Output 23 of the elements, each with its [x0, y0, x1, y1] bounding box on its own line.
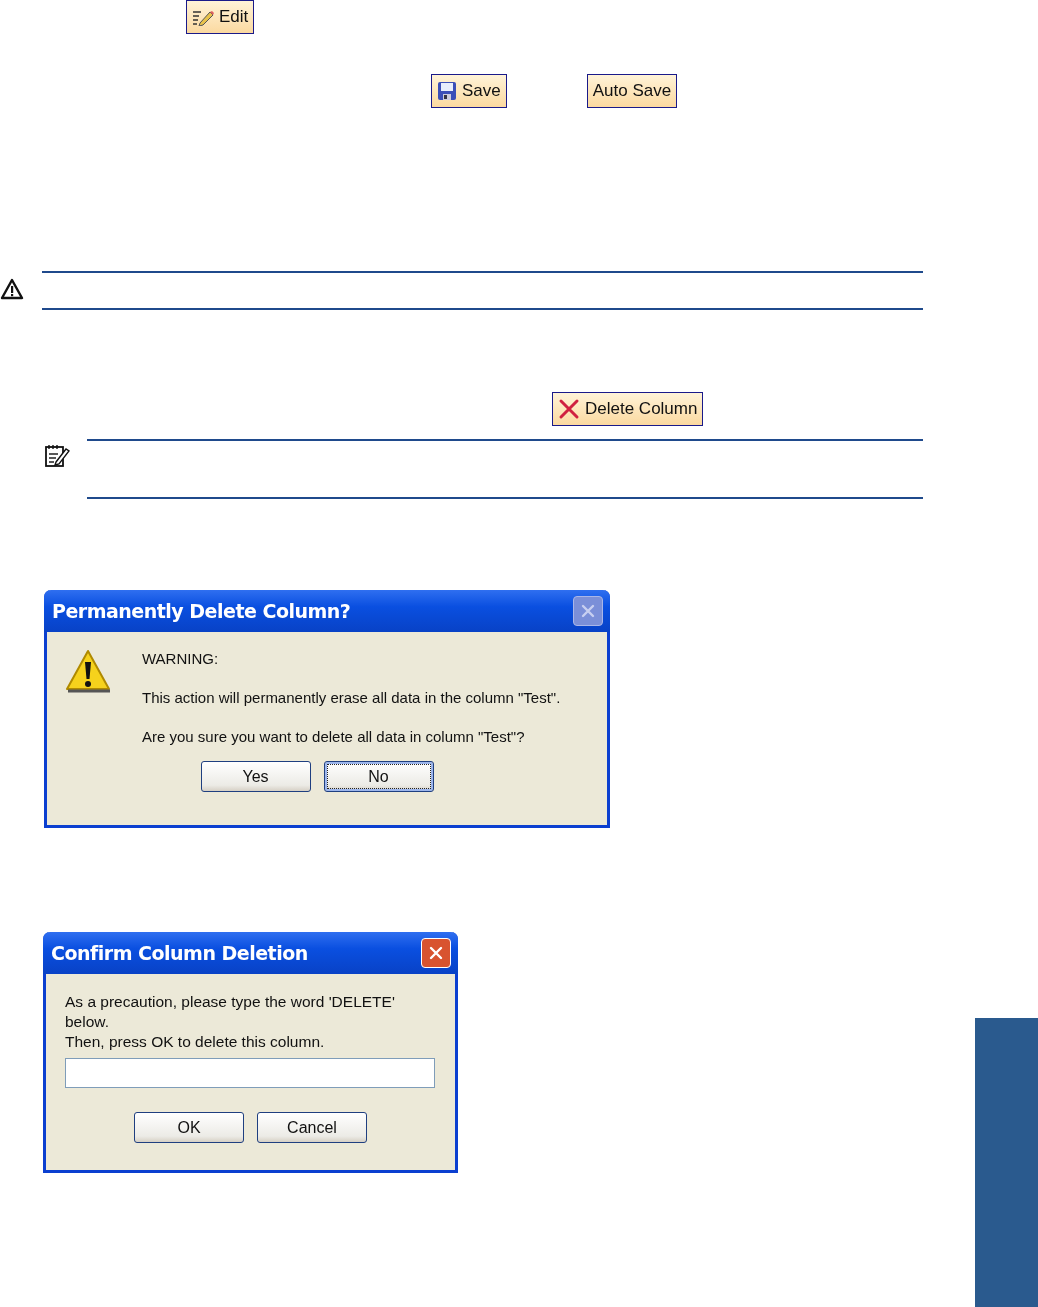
instruction-text: As a precaution, please type the word 'DELETE' below. [65, 992, 396, 1032]
dialog-title: Confirm Column Deletion [51, 942, 308, 964]
toolbar-button[interactable]: Edit [186, 0, 255, 34]
toolbar-button[interactable]: Auto Save [586, 74, 678, 108]
message-text: This action will permanently erase all data in the column "Test". [142, 689, 561, 706]
dialog-title: Permanently Delete Column? [52, 600, 351, 622]
input-field[interactable] [65, 1058, 435, 1088]
close-icon [558, 398, 580, 420]
pencil-icon [192, 8, 214, 26]
toolbar-button[interactable]: Save [431, 74, 507, 108]
note-icon [44, 444, 70, 468]
dialog-button[interactable]: Cancel [257, 1112, 367, 1143]
warning-icon [0, 278, 24, 300]
close-icon [581, 604, 595, 618]
toolbar-button[interactable]: Delete Column [552, 392, 704, 426]
dialog-button[interactable]: Yes [200, 761, 311, 792]
close-icon [429, 946, 443, 960]
message-text: WARNING: [142, 650, 220, 667]
warning-icon [64, 648, 112, 694]
instruction-text: Then, press OK to delete this column. [65, 1032, 326, 1052]
dialog-button[interactable]: OK [134, 1112, 244, 1143]
dialog-button[interactable]: No [323, 761, 434, 792]
message-text: Are you sure you want to delete all data in column "Test"? [142, 728, 526, 745]
